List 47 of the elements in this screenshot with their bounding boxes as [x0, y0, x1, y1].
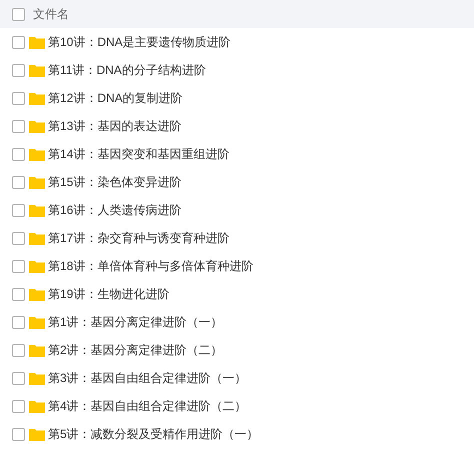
folder-icon — [29, 64, 45, 76]
checkbox[interactable] — [12, 148, 25, 160]
checkbox[interactable] — [12, 36, 25, 48]
checkbox[interactable] — [12, 232, 25, 244]
file-name[interactable]: 第2讲：基因分离定律进阶（二） — [48, 341, 223, 359]
column-heading[interactable]: 文件名 — [33, 5, 69, 23]
checkbox[interactable] — [12, 428, 25, 440]
file-name[interactable]: 第11讲：DNA的分子结构进阶 — [48, 61, 206, 79]
folder-icon — [29, 92, 45, 104]
file-name[interactable]: 第19讲：生物进化进阶 — [48, 285, 170, 303]
file-name[interactable]: 第15讲：染色体变异进阶 — [48, 173, 182, 191]
folder-icon — [29, 260, 45, 272]
folder-icon — [29, 204, 45, 216]
file-name[interactable]: 第4讲：基因自由组合定律进阶（二） — [48, 397, 247, 415]
folder-icon — [29, 428, 45, 440]
file-name[interactable]: 第18讲：单倍体育种与多倍体育种进阶 — [48, 257, 254, 275]
checkbox[interactable] — [12, 400, 25, 412]
folder-icon — [29, 176, 45, 188]
file-name[interactable]: 第16讲：人类遗传病进阶 — [48, 201, 182, 219]
folder-icon — [29, 344, 45, 356]
checkbox[interactable] — [12, 204, 25, 216]
checkbox[interactable] — [12, 176, 25, 188]
folder-icon — [29, 400, 45, 412]
checkbox[interactable] — [12, 260, 25, 272]
checkbox[interactable] — [12, 344, 25, 356]
folder-icon — [29, 316, 45, 328]
checkbox[interactable] — [12, 288, 25, 300]
folder-icon — [29, 232, 45, 244]
checkbox[interactable] — [12, 8, 25, 20]
folder-icon — [29, 36, 45, 48]
checkbox[interactable] — [12, 120, 25, 132]
folder-icon — [29, 372, 45, 384]
folder-icon — [29, 120, 45, 132]
file-name[interactable]: 第12讲：DNA的复制进阶 — [48, 89, 183, 107]
file-name[interactable]: 第1讲：基因分离定律进阶（一） — [48, 313, 223, 331]
folder-icon — [29, 148, 45, 160]
checkbox[interactable] — [12, 64, 25, 76]
folder-icon — [29, 288, 45, 300]
file-name[interactable]: 第17讲：杂交育种与诱变育种进阶 — [48, 229, 230, 247]
checkbox[interactable] — [12, 92, 25, 104]
file-name[interactable]: 第10讲：DNA是主要遗传物质进阶 — [48, 33, 231, 51]
file-name[interactable]: 第13讲：基因的表达进阶 — [48, 117, 182, 135]
checkbox[interactable] — [12, 372, 25, 384]
file-name[interactable]: 第14讲：基因突变和基因重组进阶 — [48, 145, 230, 163]
file-name[interactable]: 第5讲：减数分裂及受精作用进阶（一） — [48, 425, 259, 443]
checkbox[interactable] — [12, 316, 25, 328]
file-name[interactable]: 第3讲：基因自由组合定律进阶（一） — [48, 369, 247, 387]
